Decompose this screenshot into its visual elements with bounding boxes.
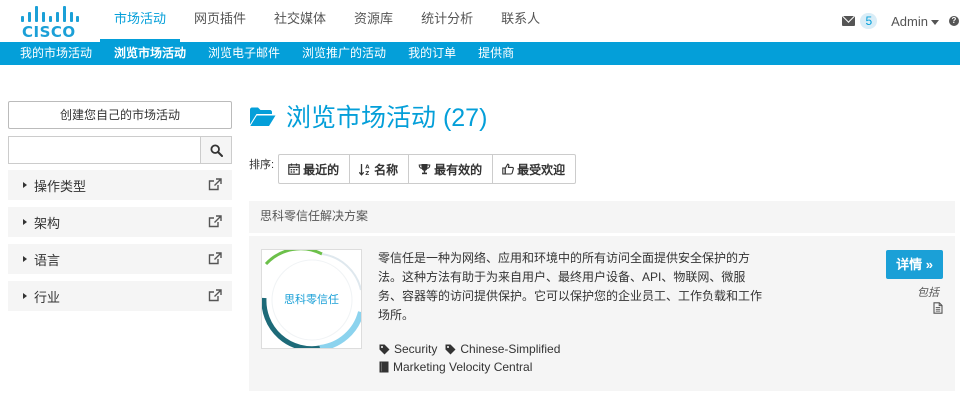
search-input[interactable] (8, 136, 200, 164)
sort-recent-label: 最近的 (303, 162, 340, 177)
tag-label: Security (394, 342, 438, 356)
campaign-description: 零信任是一种为网络、应用和环境中的所有访问全面提供安全保护的方法。这种方法有助于… (378, 251, 763, 322)
sub-nav-item-providers[interactable]: 提供商 (467, 42, 525, 65)
tag-label: Chinese-Simplified (460, 342, 561, 356)
sub-nav-item-browse-emails[interactable]: 浏览电子邮件 (197, 42, 291, 65)
folder-open-icon (250, 107, 276, 126)
cisco-logo[interactable]: CISCO (21, 5, 79, 41)
user-area: 5 Admin ? (842, 0, 960, 42)
page-header: 浏览市场活动 (27) (249, 98, 487, 134)
details-button[interactable]: 详情 » (886, 250, 943, 279)
campaign-source-label: Marketing Velocity Central (393, 360, 533, 374)
thumbnail-label: 思科零信任 (284, 294, 339, 306)
filter-list: 操作类型 架构 语言 行业 (8, 170, 232, 318)
external-link-icon[interactable] (208, 178, 222, 191)
caret-right-icon (23, 182, 27, 188)
mail-count-badge: 5 (860, 13, 878, 29)
campaign-source: Marketing Velocity Central (379, 360, 532, 374)
sort-alpha-icon: A Z (359, 163, 371, 176)
tag-list: Security Chinese-Simplified (379, 342, 568, 356)
main-nav: 市场活动 网页插件 社交媒体 资源库 统计分析 联系人 (100, 0, 554, 42)
mail-button[interactable]: 5 (842, 13, 878, 29)
sort-popular-button[interactable]: 最受欢迎 (493, 155, 575, 183)
sort-effective-label: 最有效的 (434, 162, 483, 177)
caret-right-icon (23, 256, 27, 262)
main-nav-item-campaigns[interactable]: 市场活动 (100, 0, 181, 42)
filter-label: 操作类型 (34, 178, 87, 194)
tag-item[interactable]: Security (379, 342, 437, 356)
sort-name-button[interactable]: A Z 名称 (350, 155, 410, 183)
search-icon (209, 143, 223, 157)
filter-label: 架构 (34, 215, 61, 231)
caret-right-icon (23, 293, 27, 299)
campaign-thumbnail[interactable]: 思科零信任 (261, 249, 362, 349)
filter-label: 行业 (34, 289, 61, 305)
book-icon (379, 361, 389, 373)
tag-icon (379, 344, 390, 355)
external-link-icon[interactable] (208, 215, 222, 228)
sub-nav-item-my-campaigns[interactable]: 我的市场活动 (9, 42, 103, 65)
sort-effective-button[interactable]: 最有效的 (409, 155, 494, 183)
sort-label: 排序: (249, 159, 275, 171)
sort-popular-label: 最受欢迎 (517, 162, 566, 177)
help-icon[interactable]: ? (949, 16, 959, 26)
caret-down-icon (931, 19, 939, 25)
filter-action-type[interactable]: 操作类型 (8, 170, 232, 200)
calendar-icon (288, 163, 300, 175)
main-nav-item-library[interactable]: 资源库 (340, 0, 407, 42)
caret-right-icon (23, 219, 27, 225)
filter-label: 语言 (34, 252, 61, 268)
main-nav-item-social-media[interactable]: 社交媒体 (260, 0, 340, 42)
svg-text:A: A (365, 164, 370, 170)
sort-options: 最近的 A Z 名称 最有效的 最受欢迎 (278, 154, 577, 184)
cisco-logo-bars (21, 5, 79, 22)
envelope-icon (842, 16, 856, 26)
section-header: 思科零信任解决方案 (249, 201, 955, 233)
top-bar: CISCO 市场活动 网页插件 社交媒体 资源库 统计分析 联系人 5 Admi… (0, 0, 960, 42)
document-icon[interactable] (933, 302, 943, 314)
page-title: 浏览市场活动 (27) (286, 104, 488, 132)
user-menu[interactable]: Admin (891, 14, 939, 29)
svg-text:Z: Z (365, 171, 369, 176)
campaign-card: 思科零信任 零信任是一种为网络、应用和环境中的所有访问全面提供安全保护的方法。这… (249, 236, 955, 391)
sub-nav: 我的市场活动 浏览市场活动 浏览电子邮件 浏览推广的活动 我的订单 提供商 (0, 42, 960, 65)
sort-bar: 排序: 最近的 A Z 名称 最有效的 最受欢迎 (249, 154, 577, 184)
user-name: Admin (891, 13, 928, 29)
main-nav-item-contacts[interactable]: 联系人 (487, 0, 554, 42)
external-link-icon[interactable] (208, 289, 222, 302)
sort-recent-button[interactable]: 最近的 (279, 155, 351, 183)
cisco-logo-text: CISCO (22, 23, 76, 41)
external-link-icon[interactable] (208, 252, 222, 265)
search-button[interactable] (200, 136, 232, 164)
sub-nav-item-browse-campaigns[interactable]: 浏览市场活动 (103, 42, 197, 65)
sort-name-label: 名称 (374, 162, 399, 177)
sub-nav-item-my-orders[interactable]: 我的订单 (397, 42, 467, 65)
search-box (8, 136, 232, 164)
main-nav-item-web-plugins[interactable]: 网页插件 (180, 0, 260, 42)
tag-icon (445, 344, 456, 355)
trophy-icon (418, 163, 431, 175)
main-nav-item-analytics[interactable]: 统计分析 (407, 0, 487, 42)
filter-architecture[interactable]: 架构 (8, 207, 232, 237)
includes-label: 包括 (917, 287, 939, 299)
tag-item[interactable]: Chinese-Simplified (445, 342, 560, 356)
filter-industry[interactable]: 行业 (8, 281, 232, 311)
thumbs-up-icon (502, 163, 515, 175)
sub-nav-item-browse-promoted[interactable]: 浏览推广的活动 (291, 42, 397, 65)
create-campaign-button[interactable]: 创建您自己的市场活动 (8, 101, 232, 129)
filter-language[interactable]: 语言 (8, 244, 232, 274)
